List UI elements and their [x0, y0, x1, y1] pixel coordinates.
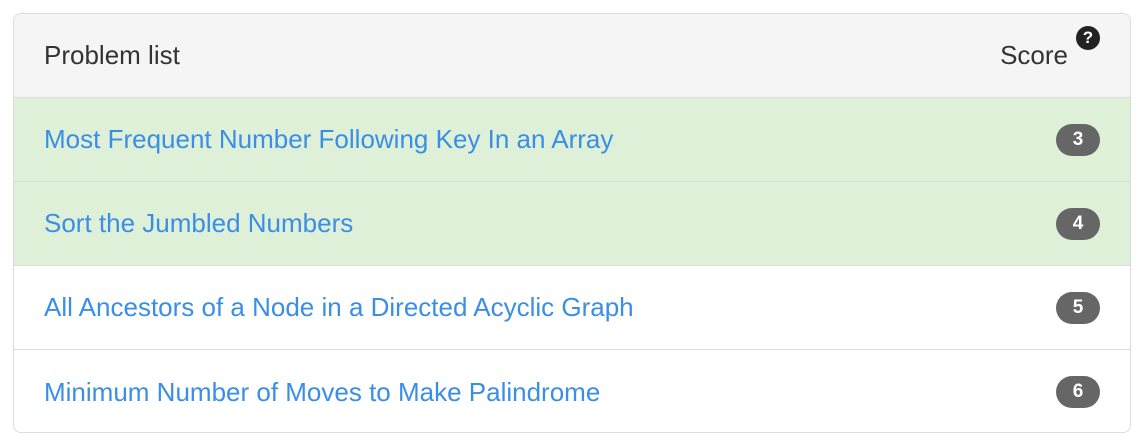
problem-row: All Ancestors of a Node in a Directed Ac…: [14, 266, 1130, 350]
score-badge: 6: [1056, 376, 1100, 408]
problem-row: Minimum Number of Moves to Make Palindro…: [14, 350, 1130, 432]
score-badge: 4: [1056, 207, 1100, 240]
panel-title: Problem list: [44, 40, 180, 70]
problem-link[interactable]: Most Frequent Number Following Key In an…: [44, 124, 613, 155]
panel-header: Problem list Score ?: [14, 14, 1130, 98]
problem-link[interactable]: Sort the Jumbled Numbers: [44, 208, 353, 239]
problem-row: Most Frequent Number Following Key In an…: [14, 98, 1130, 182]
problem-list-panel: Problem list Score ? Most Frequent Numbe…: [13, 13, 1131, 433]
score-header: Score ?: [1000, 26, 1100, 71]
score-badge: 3: [1056, 123, 1100, 156]
problem-link[interactable]: Minimum Number of Moves to Make Palindro…: [44, 377, 600, 408]
score-badge: 5: [1056, 291, 1100, 324]
problem-row: Sort the Jumbled Numbers 4: [14, 182, 1130, 266]
score-label: Score: [1000, 40, 1068, 70]
question-circle-icon[interactable]: ?: [1076, 26, 1100, 50]
problem-link[interactable]: All Ancestors of a Node in a Directed Ac…: [44, 292, 634, 323]
